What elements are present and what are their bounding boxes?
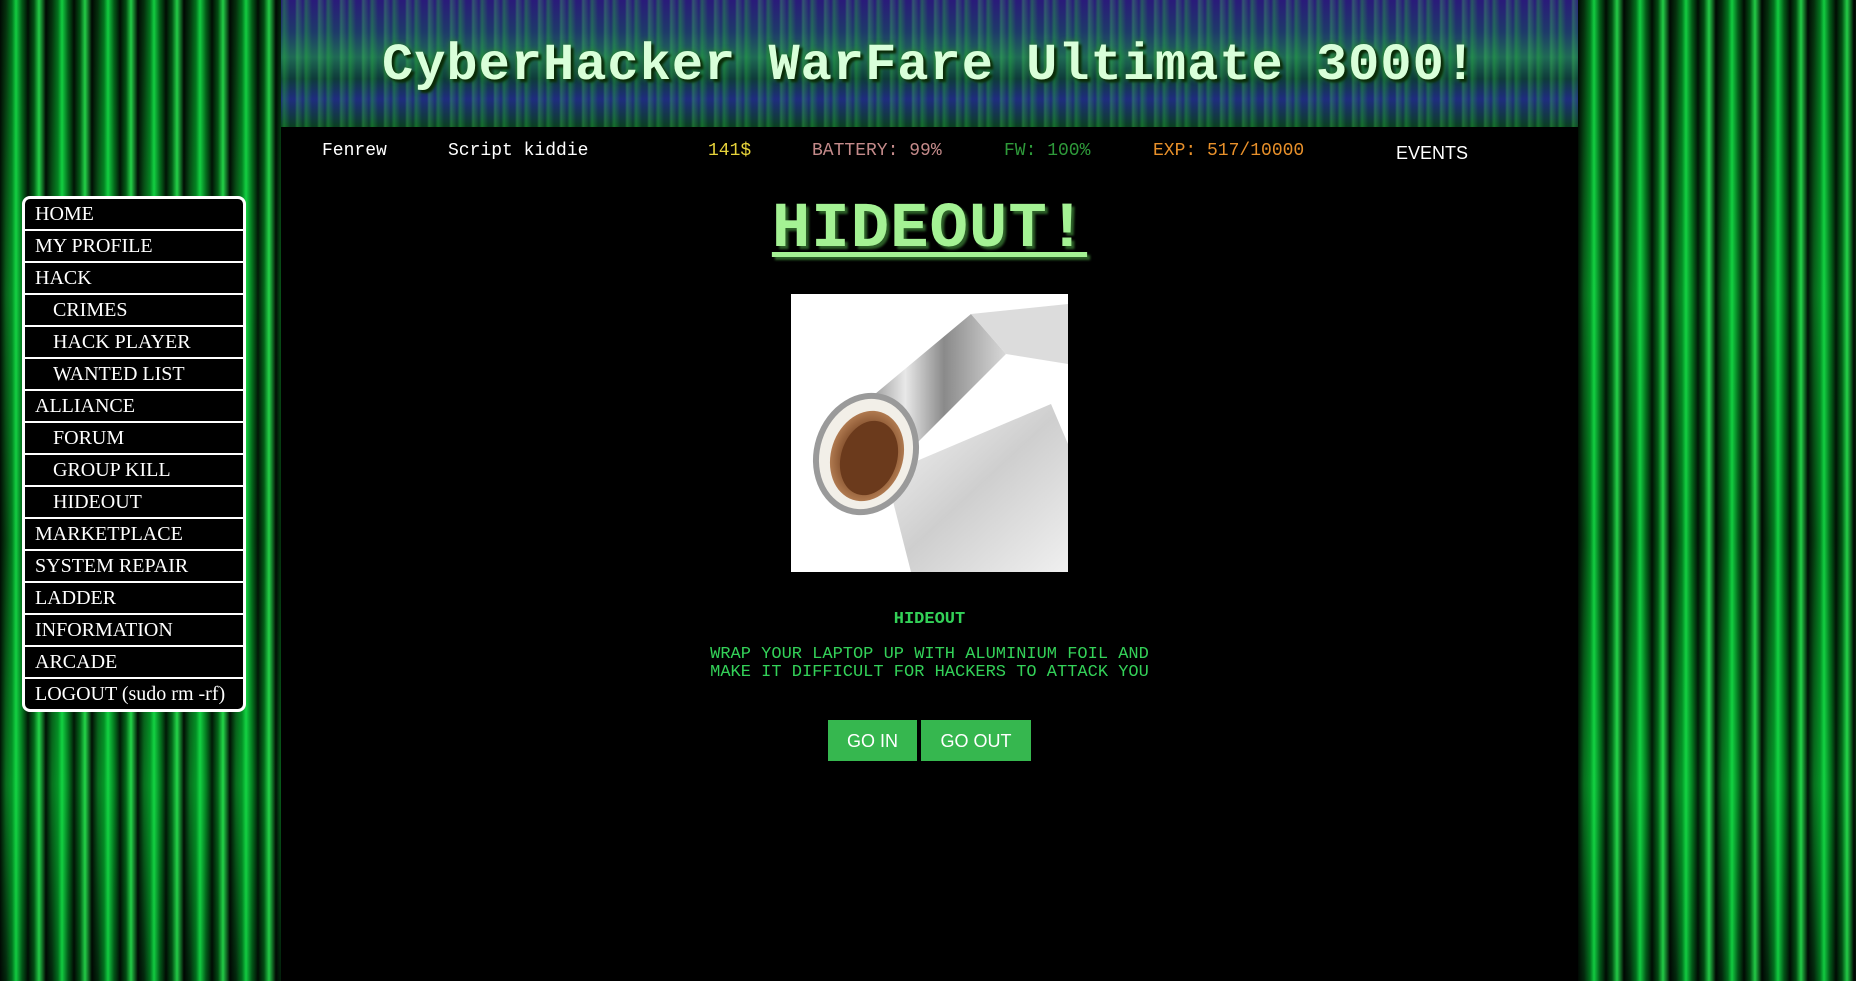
item-description: WRAP YOUR LAPTOP UP WITH ALUMINIUM FOIL … [710,645,1149,682]
sidebar-item-wanted-list[interactable]: WANTED LIST [25,357,243,389]
header-banner: CyberHacker WarFare Ultimate 3000! [281,0,1578,127]
sidebar-item-hack-player[interactable]: HACK PLAYER [25,325,243,357]
sidebar-item-hideout[interactable]: HIDEOUT [25,485,243,517]
page-title: HIDEOUT! [771,194,1088,266]
sidebar-item-system-repair[interactable]: SYSTEM REPAIR [25,549,243,581]
go-out-button[interactable]: GO OUT [921,720,1031,761]
main-content: CyberHacker WarFare Ultimate 3000! Fenre… [281,0,1578,981]
sidebar-menu: HOME MY PROFILE HACK CRIMES HACK PLAYER … [22,196,246,712]
site-title: CyberHacker WarFare Ultimate 3000! [382,36,1477,95]
matrix-background-right [1578,0,1856,981]
rank-label: Script kiddie [448,141,589,161]
sidebar-item-group-kill[interactable]: GROUP KILL [25,453,243,485]
sidebar-item-logout[interactable]: LOGOUT (sudo rm -rf) [25,677,243,709]
page-title-wrapper: HIDEOUT! [281,194,1578,266]
item-name: HIDEOUT [893,610,966,629]
battery-label: BATTERY: 99% [812,141,942,161]
firewall-label: FW: 100% [1004,141,1091,161]
sidebar-item-my-profile[interactable]: MY PROFILE [25,229,243,261]
sidebar-item-alliance[interactable]: ALLIANCE [25,389,243,421]
events-link[interactable]: EVENTS [1396,143,1468,164]
status-bar: Fenrew Script kiddie 141$ BATTERY: 99% F… [281,127,1578,177]
username-label[interactable]: Fenrew [322,141,387,161]
experience-label: EXP: 517/10000 [1153,141,1305,161]
money-label: 141$ [708,141,752,161]
sidebar-item-crimes[interactable]: CRIMES [25,293,243,325]
sidebar-item-information[interactable]: INFORMATION [25,613,243,645]
aluminium-foil-roll-icon [791,294,1068,572]
sidebar-item-marketplace[interactable]: MARKETPLACE [25,517,243,549]
sidebar-item-ladder[interactable]: LADDER [25,581,243,613]
sidebar-item-forum[interactable]: FORUM [25,421,243,453]
sidebar-item-home[interactable]: HOME [25,199,243,229]
sidebar-item-arcade[interactable]: ARCADE [25,645,243,677]
sidebar-item-hack[interactable]: HACK [25,261,243,293]
go-in-button[interactable]: GO IN [828,720,917,761]
